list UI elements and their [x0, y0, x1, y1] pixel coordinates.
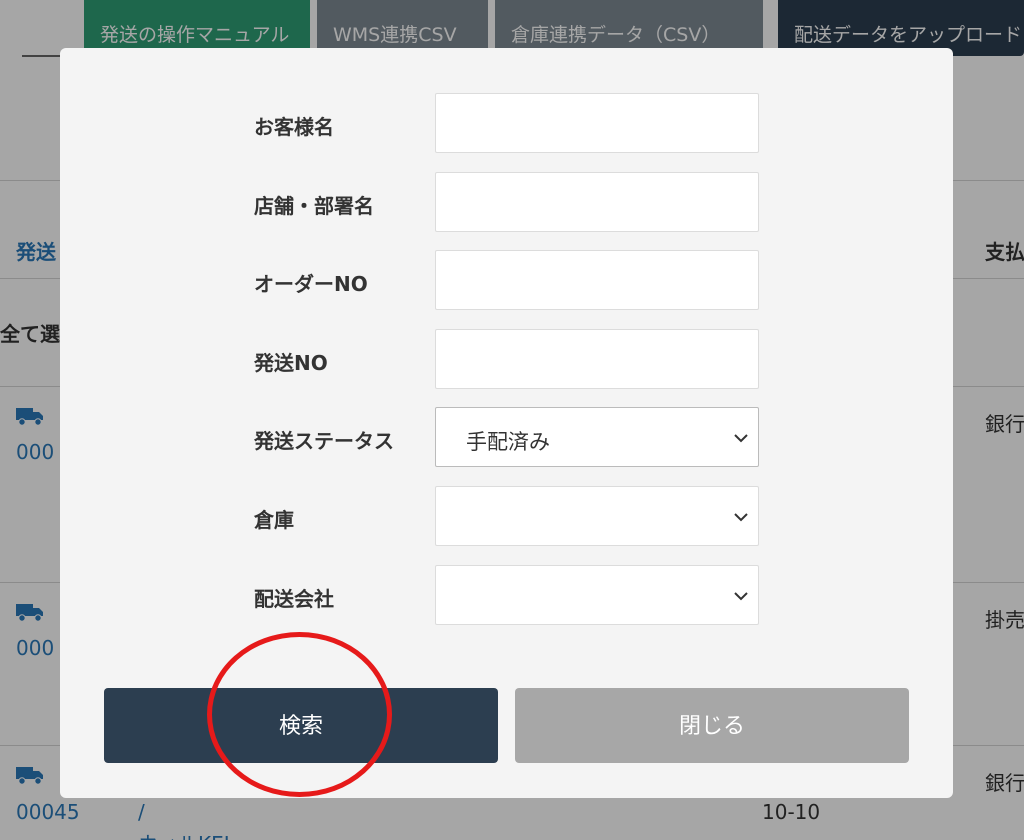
warehouse-label: 倉庫	[254, 508, 294, 532]
shipping-status-label: 発送ステータス	[254, 429, 394, 453]
shipping-number-label: 発送NO	[254, 351, 328, 375]
shipping-number-row: 発送NO	[60, 329, 953, 389]
shipping-status-row: 発送ステータス 手配済み	[60, 407, 953, 467]
shipping-number-input[interactable]	[435, 329, 759, 389]
carrier-label: 配送会社	[254, 587, 334, 611]
close-button[interactable]: 閉じる	[515, 688, 909, 763]
order-number-label: オーダーNO	[254, 272, 368, 296]
order-number-row: オーダーNO	[60, 250, 953, 310]
warehouse-select[interactable]	[435, 486, 759, 546]
warehouse-row: 倉庫	[60, 486, 953, 546]
customer-name-row: お客様名	[60, 93, 953, 153]
search-modal: お客様名 店舗・部署名 オーダーNO 発送NO 発送ステータス 手配済み 倉庫	[60, 48, 953, 798]
carrier-row: 配送会社	[60, 565, 953, 625]
carrier-select[interactable]	[435, 565, 759, 625]
customer-name-label: お客様名	[254, 115, 334, 139]
shipping-status-select[interactable]: 手配済み	[435, 407, 759, 467]
shipping-status-value: 手配済み	[466, 430, 550, 454]
store-department-input[interactable]	[435, 172, 759, 232]
customer-name-input[interactable]	[435, 93, 759, 153]
search-button[interactable]: 検索	[104, 688, 498, 763]
order-number-input[interactable]	[435, 250, 759, 310]
store-department-label: 店舗・部署名	[254, 194, 374, 218]
chevron-down-icon	[734, 592, 748, 601]
chevron-down-icon	[734, 513, 748, 522]
chevron-down-icon	[734, 434, 748, 443]
store-department-row: 店舗・部署名	[60, 172, 953, 232]
